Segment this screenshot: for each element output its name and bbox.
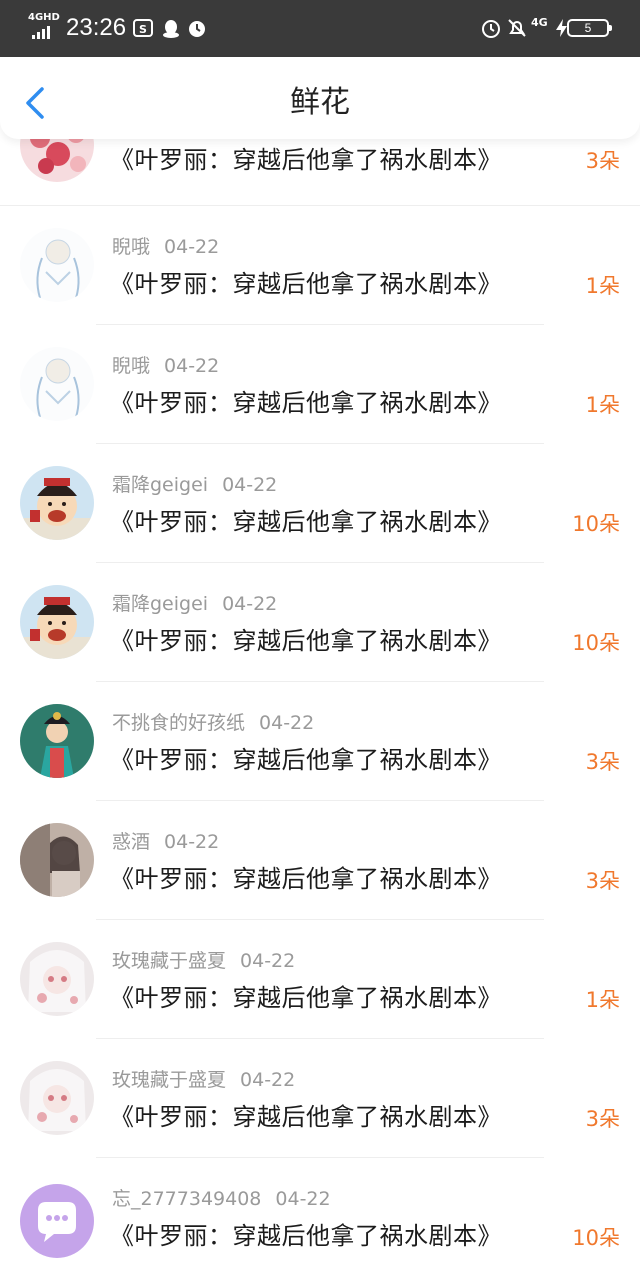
avatar — [20, 1061, 94, 1135]
list-item[interactable]: 睨哦 04-22 《叶罗丽：穿越后他拿了祸水剧本》 1朵 — [0, 325, 640, 444]
flower-count: 1朵 — [585, 274, 620, 298]
book-title[interactable]: 《叶罗丽：穿越后他拿了祸水剧本》 — [110, 1220, 502, 1252]
username[interactable]: 睨哦 — [112, 236, 150, 258]
list-item[interactable]: 玫瑰藏于盛夏 04-22 《叶罗丽：穿越后他拿了祸水剧本》 3朵 — [0, 1039, 640, 1158]
book-title[interactable]: 《叶罗丽：穿越后他拿了祸水剧本》 — [110, 268, 502, 300]
flower-count: 10朵 — [572, 512, 620, 536]
flower-count: 3朵 — [585, 1107, 620, 1131]
alarm-outline-icon — [482, 20, 500, 38]
mobile-data-indicator: 4G — [531, 16, 548, 29]
avatar — [20, 228, 94, 302]
battery-level: 5 — [567, 19, 612, 37]
alarm-icon — [189, 21, 205, 37]
record-meta: 不挑食的好孩纸 04-22 — [112, 711, 314, 735]
avatar — [20, 942, 94, 1016]
list-item[interactable]: 惑酒 04-22 《叶罗丽：穿越后他拿了祸水剧本》 3朵 — [0, 801, 640, 920]
list-item[interactable]: 睨哦 04-22 《叶罗丽：穿越后他拿了祸水剧本》 1朵 — [0, 206, 640, 325]
book-title[interactable]: 《叶罗丽：穿越后他拿了祸水剧本》 — [110, 863, 502, 895]
record-meta: 霜降geigei 04-22 — [112, 592, 277, 616]
screenshot-icon: S — [133, 19, 153, 37]
date: 04-22 — [164, 355, 220, 377]
book-title[interactable]: 《叶罗丽：穿越后他拿了祸水剧本》 — [110, 1101, 502, 1133]
username[interactable]: 睨哦 — [112, 355, 150, 377]
list-item[interactable]: 霜降geigei 04-22 《叶罗丽：穿越后他拿了祸水剧本》 10朵 — [0, 444, 640, 563]
book-title[interactable]: 《叶罗丽：穿越后他拿了祸水剧本》 — [110, 506, 502, 538]
record-meta: 睨哦 04-22 — [112, 354, 219, 378]
flower-count: 1朵 — [585, 988, 620, 1012]
date: 04-22 — [275, 1188, 331, 1210]
username[interactable]: 玫瑰藏于盛夏 — [112, 1069, 226, 1091]
username[interactable]: 惑酒 — [112, 831, 150, 853]
book-title[interactable]: 《叶罗丽：穿越后他拿了祸水剧本》 — [110, 625, 502, 657]
date: 04-22 — [164, 831, 220, 853]
qq-icon — [163, 20, 179, 38]
clock: 23:26 — [66, 14, 127, 41]
username[interactable]: 玫瑰藏于盛夏 — [112, 950, 226, 972]
date: 04-22 — [164, 236, 220, 258]
avatar — [20, 466, 94, 540]
username[interactable]: 霜降geigei — [112, 593, 208, 615]
list-item[interactable]: 玫瑰藏于盛夏 04-22 《叶罗丽：穿越后他拿了祸水剧本》 1朵 — [0, 920, 640, 1039]
record-meta: 玫瑰藏于盛夏 04-22 — [112, 949, 295, 973]
book-title[interactable]: 《叶罗丽：穿越后他拿了祸水剧本》 — [110, 744, 502, 776]
flower-count: 3朵 — [585, 149, 620, 173]
avatar — [20, 823, 94, 897]
book-title[interactable]: 《叶罗丽：穿越后他拿了祸水剧本》 — [110, 387, 502, 419]
list-item[interactable]: 忘_2777349408 04-22 《叶罗丽：穿越后他拿了祸水剧本》 10朵 — [0, 1158, 640, 1276]
avatar — [20, 704, 94, 778]
date: 04-22 — [259, 712, 315, 734]
list-item[interactable]: 《叶罗丽：穿越后他拿了祸水剧本》 3朵 — [0, 139, 640, 206]
date: 04-22 — [240, 1069, 296, 1091]
record-meta: 霜降geigei 04-22 — [112, 473, 277, 497]
flower-count: 1朵 — [585, 393, 620, 417]
date: 04-22 — [222, 593, 278, 615]
flower-count: 3朵 — [585, 750, 620, 774]
record-meta: 忘_2777349408 04-22 — [112, 1187, 331, 1211]
flower-count: 10朵 — [572, 1226, 620, 1250]
avatar — [20, 139, 94, 182]
record-meta: 睨哦 04-22 — [112, 235, 219, 259]
book-title: 《叶罗丽：穿越后他拿了祸水剧本》 — [110, 146, 502, 174]
flower-count: 3朵 — [585, 869, 620, 893]
network-type: 4GHD — [28, 12, 60, 23]
svg-text:S: S — [139, 23, 147, 36]
record-meta: 惑酒 04-22 — [112, 830, 219, 854]
username[interactable]: 忘_2777349408 — [112, 1188, 261, 1210]
mute-bell-icon — [508, 19, 526, 37]
page-title: 鲜花 — [290, 85, 350, 120]
book-title[interactable]: 《叶罗丽：穿越后他拿了祸水剧本》 — [110, 982, 502, 1014]
record-meta: 玫瑰藏于盛夏 04-22 — [112, 1068, 295, 1092]
username[interactable]: 霜降geigei — [112, 474, 208, 496]
flower-record-list[interactable]: 《叶罗丽：穿越后他拿了祸水剧本》 3朵 睨哦 04-22 《叶罗丽：穿越后他拿了祸… — [0, 139, 640, 1276]
username[interactable]: 不挑食的好孩纸 — [112, 712, 245, 734]
date: 04-22 — [222, 474, 278, 496]
date: 04-22 — [240, 950, 296, 972]
flower-count: 10朵 — [572, 631, 620, 655]
list-item[interactable]: 霜降geigei 04-22 《叶罗丽：穿越后他拿了祸水剧本》 10朵 — [0, 563, 640, 682]
status-bar: 4GHD 23:26 S 4G 5 — [0, 0, 640, 57]
default-avatar-chat-icon — [20, 1184, 94, 1258]
list-item[interactable]: 不挑食的好孩纸 04-22 《叶罗丽：穿越后他拿了祸水剧本》 3朵 — [0, 682, 640, 801]
avatar — [20, 585, 94, 659]
avatar — [20, 347, 94, 421]
signal-icon — [32, 26, 50, 39]
nav-header: 鲜花 — [0, 57, 640, 139]
